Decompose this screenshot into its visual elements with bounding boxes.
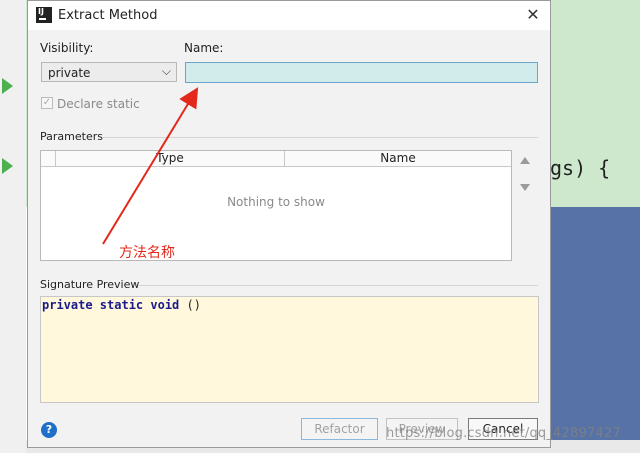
close-icon[interactable]: ✕ [522, 5, 544, 25]
signature-code: private static void () [42, 298, 201, 312]
help-icon[interactable]: ? [41, 422, 57, 438]
method-name-input[interactable] [185, 62, 538, 83]
parameters-label: Parameters [40, 130, 103, 143]
run-gutter-icon[interactable] [2, 78, 13, 94]
editor-gutter [0, 0, 26, 453]
visibility-dropdown[interactable]: private ⌵ [41, 62, 177, 82]
signature-params: () [179, 298, 201, 312]
signature-preview: private static void () [40, 296, 539, 403]
column-checkbox-header [41, 151, 56, 167]
code-fragment: gs) { [550, 156, 611, 180]
run-gutter-icon[interactable] [2, 158, 13, 174]
move-up-icon[interactable] [520, 157, 530, 164]
signature-separator [139, 285, 538, 286]
intellij-icon: IJ [36, 7, 52, 23]
refactor-button[interactable]: Refactor [301, 418, 378, 440]
annotation-label: 方法名称 [119, 245, 175, 261]
visibility-label: Visibility: [40, 41, 94, 55]
editor-selection-block [548, 207, 640, 453]
extract-method-dialog: IJ Extract Method ✕ Visibility: private … [27, 0, 551, 448]
declare-static-label: Declare static [57, 97, 140, 111]
empty-table-message: Nothing to show [227, 195, 325, 209]
chevron-down-icon: ⌵ [161, 64, 171, 78]
move-down-icon[interactable] [520, 184, 530, 191]
declare-static-checkbox[interactable]: ✓ [41, 97, 53, 109]
visibility-selected: private [48, 66, 91, 80]
column-header-type[interactable]: Type [56, 151, 285, 167]
parameters-separator [102, 137, 538, 138]
parameters-table[interactable]: Type Name Nothing to show [40, 150, 512, 261]
dialog-title: Extract Method [58, 8, 158, 23]
column-header-name[interactable]: Name [285, 151, 511, 167]
title-bar: IJ Extract Method ✕ [28, 1, 550, 30]
signature-keywords: private static void [42, 298, 180, 312]
name-label: Name: [184, 41, 224, 55]
signature-preview-label: Signature Preview [40, 278, 140, 291]
watermark: https://blog.csdn.net/qq_42897427 [386, 426, 621, 441]
